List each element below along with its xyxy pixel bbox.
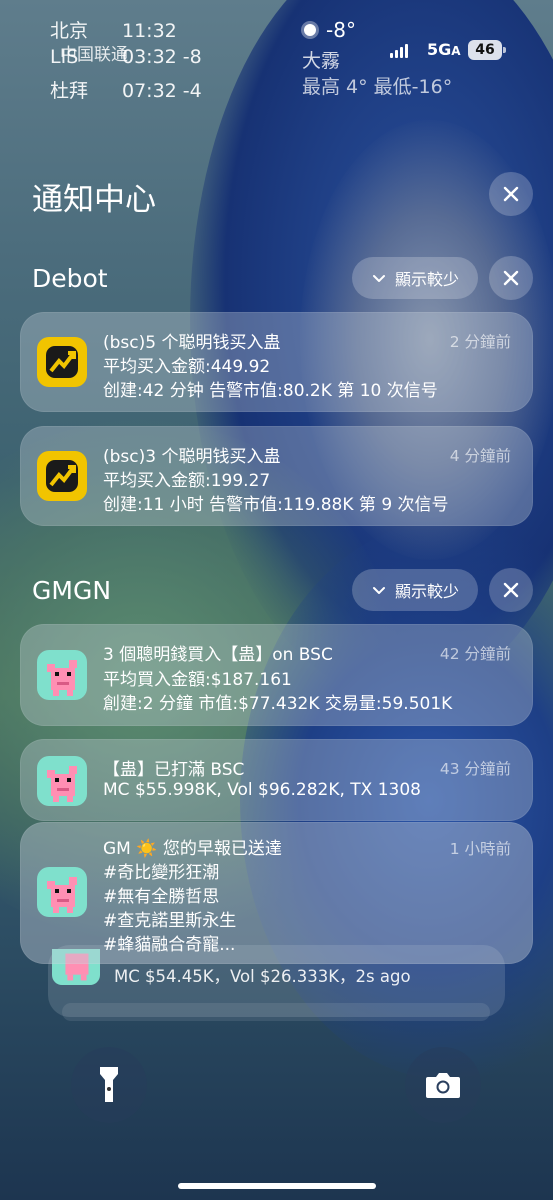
notification-body-line: 創建:2 分鐘 市值:$77.432K 交易量:59.501K: [103, 694, 453, 714]
notification-center-title: 通知中心: [32, 182, 156, 218]
close-group-button[interactable]: [489, 256, 533, 300]
clock-time: 03:32 -8: [122, 46, 202, 68]
notification-body-line: 创建:11 小时 告警市值:119.88K 第 9 次信号: [103, 495, 449, 515]
notification-card[interactable]: 1 小時前 GM ☀️ 您的早報已送達 #奇比變形狂潮 #無有全勝哲思 #查克諾…: [20, 822, 533, 964]
notification-time: 1 小時前: [449, 840, 511, 858]
notification-body-line: #奇比變形狂潮: [103, 863, 220, 883]
group-title-debot: Debot: [32, 264, 108, 293]
clock-time: 07:32 -4: [122, 80, 202, 102]
network-type: 5GA: [427, 40, 461, 59]
flashlight-button[interactable]: [71, 1047, 147, 1123]
clock-city: 杜拜: [50, 80, 89, 102]
notification-time: 42 分鐘前: [439, 645, 511, 663]
show-less-label: 顯示較少: [394, 270, 459, 289]
carrier-label: 中国联通: [60, 45, 128, 65]
notification-time: 43 分鐘前: [439, 760, 511, 778]
notification-body-line: #蜂貓融合奇寵...: [103, 935, 236, 955]
notification-title: 3 個聰明錢買入【蛊】on BSC: [103, 645, 333, 665]
home-indicator[interactable]: [178, 1183, 376, 1189]
clock-city: 北京: [50, 20, 89, 42]
notification-body-line: 创建:42 分钟 告警市值:80.2K 第 10 次信号: [103, 381, 438, 401]
close-icon: [503, 270, 519, 286]
notification-title: (bsc)3 个聪明钱买入蛊: [103, 447, 281, 467]
weather-range: 最高 4° 最低-16°: [302, 76, 453, 98]
show-less-button[interactable]: 顯示較少: [352, 569, 478, 611]
notification-time: 4 分鐘前: [449, 447, 511, 465]
debot-app-icon: [37, 337, 87, 387]
camera-icon: [426, 1073, 460, 1098]
notification-card[interactable]: 2 分鐘前 (bsc)5 个聪明钱买入蛊 平均买入金额:449.92 创建:42…: [20, 312, 533, 412]
notification-body-line: 平均买入金额:449.92: [103, 357, 271, 377]
weather-desc: 大霧: [302, 50, 341, 72]
clear-all-button[interactable]: [489, 172, 533, 216]
chevron-down-icon: [372, 587, 385, 594]
chevron-down-icon: [372, 275, 385, 282]
show-less-label: 顯示較少: [394, 582, 459, 601]
camera-button[interactable]: [405, 1047, 481, 1123]
weather-temp: -8°: [304, 18, 356, 42]
gmgn-app-icon: [37, 756, 87, 806]
world-clock-dubai: 杜拜 07:32 -4: [50, 76, 202, 103]
debot-app-icon: [37, 451, 87, 501]
notification-title: GM ☀️ 您的早報已送達: [103, 839, 282, 859]
close-group-button[interactable]: [489, 568, 533, 612]
notification-body-line: #查克諾里斯永生: [103, 911, 237, 931]
world-clock-beijing: 北京 11:32: [50, 16, 177, 43]
notification-card[interactable]: 42 分鐘前 3 個聰明錢買入【蛊】on BSC 平均買入金額:$187.161…: [20, 624, 533, 726]
battery-indicator: 46: [468, 40, 506, 60]
gmgn-app-icon: [37, 867, 87, 917]
notification-time: 2 分鐘前: [449, 333, 511, 351]
notification-title: (bsc)5 个聪明钱买入蛊: [103, 333, 281, 353]
notification-body-line: MC $55.998K, Vol $96.282K, TX 1308: [103, 780, 421, 800]
notification-title: 【蛊】已打滿 BSC: [103, 760, 245, 780]
notification-body-line: #無有全勝哲思: [103, 887, 220, 907]
flashlight-icon: [100, 1067, 118, 1102]
notification-card[interactable]: 43 分鐘前 【蛊】已打滿 BSC MC $55.998K, Vol $96.2…: [20, 739, 533, 821]
signal-icon: [390, 44, 408, 58]
notification-body-line: 平均买入金额:199.27: [103, 471, 271, 491]
close-icon: [503, 186, 519, 202]
stacked-preview-text: MC $54.45K，Vol $26.333K，2s ago: [114, 967, 411, 986]
clock-time: 11:32: [122, 20, 177, 42]
notification-body-line: 平均買入金額:$187.161: [103, 670, 292, 690]
group-title-gmgn: GMGN: [32, 576, 112, 605]
notification-card[interactable]: 4 分鐘前 (bsc)3 个聪明钱买入蛊 平均买入金额:199.27 创建:11…: [20, 426, 533, 526]
sun-icon: [304, 24, 316, 36]
close-icon: [503, 582, 519, 598]
stacked-notification-back: [62, 1003, 490, 1021]
show-less-button[interactable]: 顯示較少: [352, 257, 478, 299]
gmgn-app-icon: [37, 650, 87, 700]
